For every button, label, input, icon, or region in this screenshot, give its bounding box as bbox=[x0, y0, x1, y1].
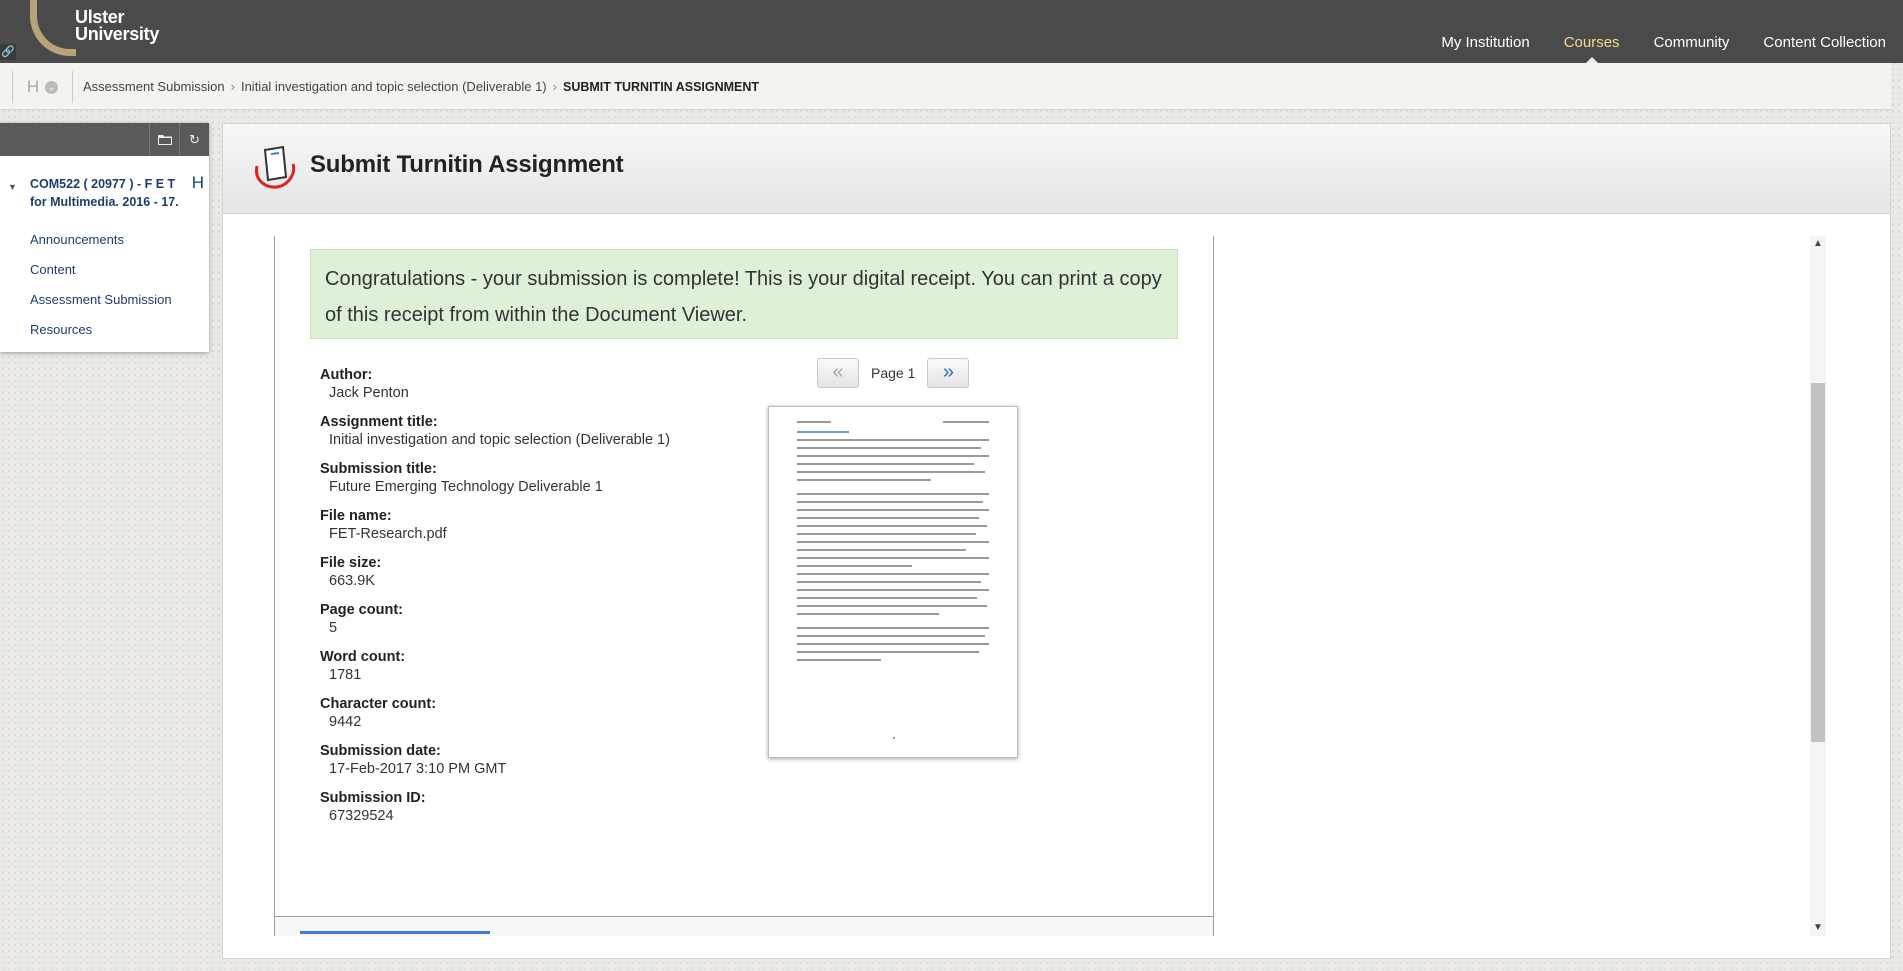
course-title-letter: H bbox=[191, 173, 204, 192]
logo-text-line2: University bbox=[75, 24, 160, 44]
page-header: Submit Turnitin Assignment bbox=[223, 124, 1890, 214]
course-menu-toggle[interactable]: H ⌄ bbox=[12, 71, 73, 103]
receipt-field-file-name: File name: FET-Research.pdf bbox=[320, 507, 680, 543]
thumbnail-header-lines bbox=[797, 421, 989, 423]
receipt-field-page-count: Page count: 5 bbox=[320, 601, 680, 637]
field-value: 9442 bbox=[329, 714, 362, 730]
receipt-field-submission-id: Submission ID: 67329524 bbox=[320, 789, 680, 825]
breadcrumb-current: SUBMIT TURNITIN ASSIGNMENT bbox=[562, 79, 760, 94]
field-label: File name: bbox=[320, 508, 392, 524]
collapse-triangle-icon[interactable]: ▼ bbox=[8, 178, 17, 196]
thumbnail-heading-line bbox=[797, 431, 849, 433]
field-value: 1781 bbox=[329, 667, 362, 683]
next-page-button[interactable]: » bbox=[927, 358, 970, 388]
course-menu-item-content[interactable]: Content bbox=[30, 255, 172, 285]
field-label: File size: bbox=[320, 555, 382, 571]
nav-community[interactable]: Community bbox=[1637, 0, 1747, 63]
field-value: 5 bbox=[329, 620, 338, 636]
course-menu-links: Announcements Content Assessment Submiss… bbox=[30, 225, 172, 345]
receipt-field-author: Author: Jack Penton bbox=[320, 366, 680, 402]
receipt-frame: Congratulations - your submission is com… bbox=[274, 236, 1214, 936]
link-icon[interactable]: 🔗 bbox=[0, 44, 16, 60]
university-logo[interactable]: Ulster University bbox=[75, 8, 160, 44]
receipt-frame-footer bbox=[275, 916, 1213, 936]
receipt-field-word-count: Word count: 1781 bbox=[320, 648, 680, 684]
scroll-up-icon[interactable]: ▲ bbox=[1810, 236, 1826, 252]
receipt-field-submission-date: Submission date: 17-Feb-2017 3:10 PM GMT bbox=[320, 742, 680, 778]
menu-toggle-letter: H bbox=[26, 77, 40, 96]
field-label: Submission title: bbox=[320, 461, 437, 477]
breadcrumb-item-assessment-submission[interactable]: Assessment Submission bbox=[83, 79, 225, 94]
field-value: FET-Research.pdf bbox=[329, 526, 447, 542]
breadcrumb-separator-icon: › bbox=[230, 79, 235, 94]
university-logo-mark[interactable] bbox=[30, 0, 76, 56]
turnitin-assignment-icon bbox=[255, 145, 296, 189]
receipt-details: Author: Jack Penton Assignment title: In… bbox=[320, 366, 680, 836]
course-title-text: COM522 ( 20977 ) - F E T for Multimedia.… bbox=[30, 177, 179, 209]
field-value: Jack Penton bbox=[329, 385, 409, 401]
scrollbar-thumb[interactable] bbox=[1811, 383, 1825, 742]
receipt-field-character-count: Character count: 9442 bbox=[320, 695, 680, 731]
nav-my-institution[interactable]: My Institution bbox=[1424, 0, 1546, 63]
success-message: Congratulations - your submission is com… bbox=[310, 249, 1178, 339]
footer-tab-indicator bbox=[300, 931, 490, 934]
receipt-field-assignment-title: Assignment title: Initial investigation … bbox=[320, 413, 680, 449]
course-menu-toolbar: ↻ bbox=[0, 123, 209, 156]
field-label: Submission date: bbox=[320, 743, 441, 759]
top-navigation-bar: Ulster University 🔗 My Institution Cours… bbox=[0, 0, 1903, 63]
breadcrumb-item-initial-investigation[interactable]: Initial investigation and topic selectio… bbox=[241, 79, 547, 94]
vertical-scrollbar[interactable]: ▲ ▼ bbox=[1810, 236, 1826, 936]
course-menu-item-assessment-submission[interactable]: Assessment Submission bbox=[30, 285, 172, 315]
field-label: Character count: bbox=[320, 696, 437, 712]
breadcrumb: Assessment Submission › Initial investig… bbox=[83, 63, 759, 110]
page-indicator: Page 1 bbox=[871, 365, 916, 381]
field-label: Author: bbox=[320, 367, 373, 383]
previous-page-button[interactable]: « bbox=[817, 358, 859, 388]
field-value: 17-Feb-2017 3:10 PM GMT bbox=[329, 761, 507, 777]
field-label: Submission ID: bbox=[320, 790, 426, 806]
course-title[interactable]: ▼ COM522 ( 20977 ) - F E T for Multimedi… bbox=[8, 173, 208, 211]
field-value: Future Emerging Technology Deliverable 1 bbox=[329, 479, 603, 495]
scroll-down-icon[interactable]: ▼ bbox=[1810, 920, 1826, 936]
course-menu-panel: ↻ ▼ COM522 ( 20977 ) - F E T for Multime… bbox=[0, 123, 209, 352]
field-value: 67329524 bbox=[329, 808, 394, 824]
field-label: Assignment title: bbox=[320, 414, 438, 430]
breadcrumb-separator-icon: › bbox=[552, 79, 557, 94]
field-label: Word count: bbox=[320, 649, 406, 665]
main-nav: My Institution Courses Community Content… bbox=[1424, 0, 1903, 63]
receipt-field-file-size: File size: 663.9K bbox=[320, 554, 680, 590]
refresh-icon[interactable]: ↻ bbox=[179, 123, 209, 156]
field-value: 663.9K bbox=[329, 573, 375, 589]
nav-courses[interactable]: Courses bbox=[1547, 0, 1637, 63]
field-value: Initial investigation and topic selectio… bbox=[329, 432, 670, 448]
document-page-thumbnail[interactable] bbox=[768, 406, 1018, 758]
course-menu-item-announcements[interactable]: Announcements bbox=[30, 225, 172, 255]
chevron-down-icon: ⌄ bbox=[45, 80, 59, 94]
page-pager: « Page 1 » bbox=[817, 358, 970, 388]
folder-view-icon[interactable] bbox=[149, 123, 179, 156]
receipt-field-submission-title: Submission title: Future Emerging Techno… bbox=[320, 460, 680, 496]
page-title: Submit Turnitin Assignment bbox=[310, 151, 624, 178]
main-content-panel: Submit Turnitin Assignment Congratulatio… bbox=[222, 123, 1891, 959]
course-menu-item-resources[interactable]: Resources bbox=[30, 315, 172, 345]
field-label: Page count: bbox=[320, 602, 403, 618]
nav-content-collection[interactable]: Content Collection bbox=[1746, 0, 1903, 63]
breadcrumb-bar: H ⌄ Assessment Submission › Initial inve… bbox=[0, 63, 1891, 110]
